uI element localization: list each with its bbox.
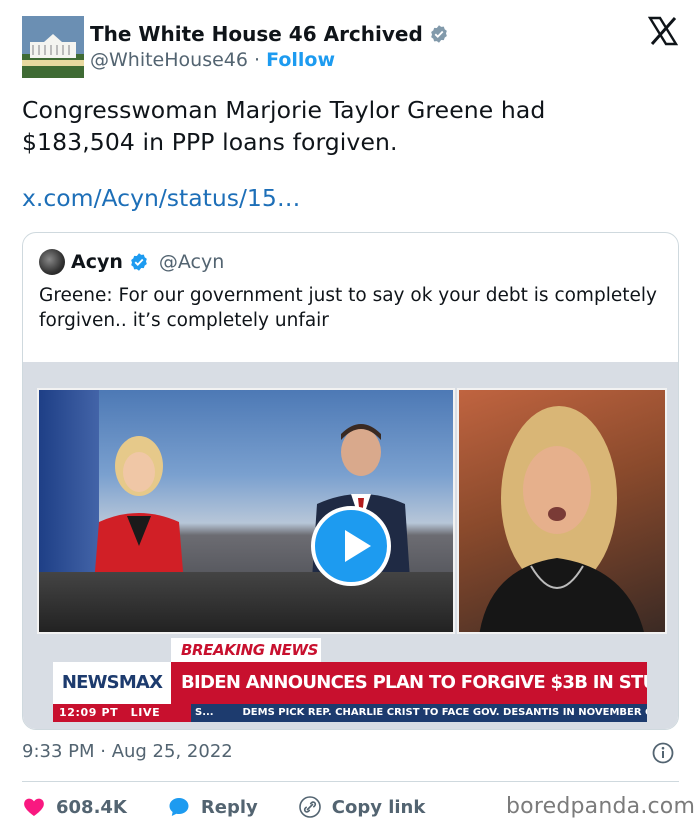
- reply-button[interactable]: Reply: [167, 795, 258, 819]
- quoted-tweet-card[interactable]: Acyn @Acyn Greene: For our government ju…: [22, 232, 679, 730]
- divider: [22, 781, 679, 782]
- tweet-timestamp[interactable]: 9:33 PM · Aug 25, 2022: [22, 741, 233, 762]
- verified-badge-icon: [131, 253, 147, 271]
- author-handle-row: @WhiteHouse46 · Follow: [90, 49, 335, 71]
- tweet-link[interactable]: x.com/Acyn/status/15…: [22, 184, 300, 212]
- heart-icon: [24, 798, 44, 816]
- newsmax-logo: NEWSMAX: [53, 662, 171, 704]
- copy-link-button[interactable]: Copy link: [298, 795, 426, 819]
- broadcast-time: 12:09 PT LIVE: [53, 704, 191, 722]
- boredpanda-watermark: boredpanda.com: [506, 794, 696, 819]
- newsmax-lower-third: BREAKING NEWS NEWSMAX BIDEN ANNOUNCES PL…: [37, 638, 667, 722]
- quoted-tweet-text: Greene: For our government just to say o…: [39, 285, 657, 331]
- author-handle[interactable]: @WhiteHouse46: [90, 49, 248, 71]
- tweet-header: The White House 46 Archived @WhiteHouse4…: [22, 16, 682, 78]
- female-anchor-image: [93, 436, 185, 596]
- x-logo-icon[interactable]: [648, 16, 678, 46]
- quoted-tweet-header: Acyn @Acyn: [39, 249, 224, 275]
- author-name-row[interactable]: The White House 46 Archived: [90, 22, 449, 46]
- live-label: LIVE: [130, 706, 161, 719]
- ticker-text: DEMS PICK REP. CHARLIE CRIST TO FACE GOV…: [242, 707, 647, 718]
- quoted-author-name[interactable]: Acyn: [71, 251, 123, 273]
- video-player[interactable]: BREAKING NEWS NEWSMAX BIDEN ANNOUNCES PL…: [23, 362, 678, 729]
- link-icon: [298, 796, 321, 818]
- white-house-avatar[interactable]: [22, 16, 84, 78]
- reply-label: Reply: [200, 796, 258, 818]
- breaking-news-banner: BREAKING NEWS: [171, 638, 321, 662]
- follow-button[interactable]: Follow: [266, 49, 335, 71]
- quoted-author-handle[interactable]: @Acyn: [159, 251, 224, 273]
- news-ticker: S... DEMS PICK REP. CHARLIE CRIST TO FAC…: [191, 704, 647, 722]
- ticker-prefix: S...: [195, 707, 214, 718]
- remote-guest-frame: [457, 388, 667, 634]
- info-icon[interactable]: [652, 742, 674, 764]
- reply-bubble-icon: [169, 798, 189, 816]
- acyn-avatar[interactable]: [39, 249, 65, 275]
- anchor-desk: [39, 572, 453, 632]
- verified-badge-icon: [430, 25, 447, 43]
- news-studio-frame: [37, 388, 455, 634]
- copy-link-label: Copy link: [331, 796, 426, 818]
- guest-image: [479, 406, 644, 632]
- broadcast-time-value: 12:09 PT: [59, 706, 119, 719]
- like-button[interactable]: 608.4K: [22, 795, 127, 819]
- handle-separator: ·: [254, 49, 261, 71]
- tweet-text: Congresswoman Marjorie Taylor Greene had…: [22, 96, 546, 156]
- play-icon[interactable]: [311, 506, 391, 586]
- news-headline: BIDEN ANNOUNCES PLAN TO FORGIVE $3B IN S…: [171, 662, 647, 704]
- author-name[interactable]: The White House 46 Archived: [90, 22, 423, 46]
- like-count: 608.4K: [56, 796, 127, 818]
